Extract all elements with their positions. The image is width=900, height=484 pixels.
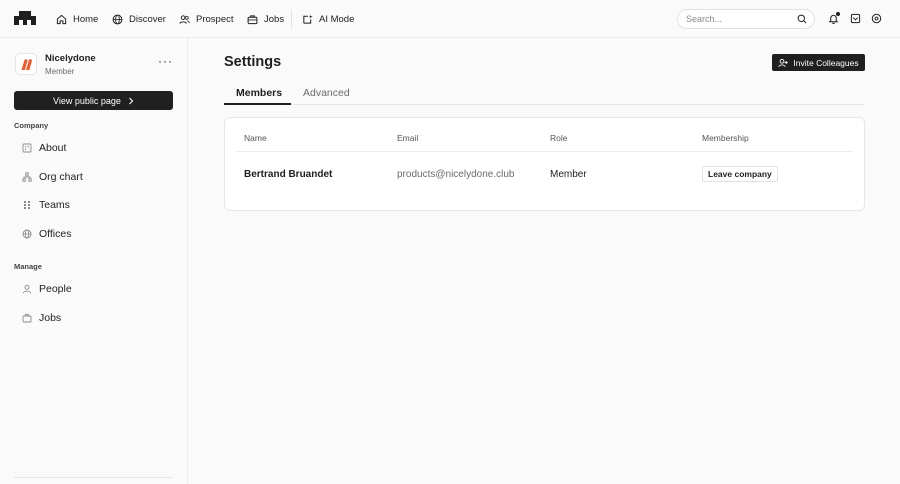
nav-divider — [291, 10, 292, 28]
sidebar-item-label: About — [39, 142, 67, 154]
app-logo-icon[interactable] — [14, 11, 36, 25]
sidebar-item-label: Teams — [39, 199, 70, 211]
inbox-icon[interactable] — [850, 13, 861, 24]
nav-discover-label: Discover — [129, 13, 166, 25]
sidebar-item-label: People — [39, 283, 72, 295]
settings-icon[interactable] — [871, 13, 882, 24]
teams-icon — [24, 201, 30, 209]
add-user-icon — [778, 58, 789, 67]
globe-icon — [22, 229, 32, 239]
members-table: Name Email Role Membership Bertrand Brua… — [224, 117, 865, 211]
nav-ai-mode[interactable]: AI Mode — [302, 12, 354, 26]
view-public-page-button[interactable]: View public page — [14, 91, 173, 110]
invite-colleagues-label: Invite Colleagues — [793, 57, 859, 68]
sidebar-item-teams[interactable]: Teams — [22, 197, 70, 213]
search-box[interactable] — [677, 9, 815, 29]
chevron-right-icon — [129, 97, 134, 104]
building-icon — [22, 143, 32, 153]
sidebar-item-people[interactable]: People — [22, 281, 72, 297]
org-role: Member — [45, 67, 75, 76]
column-header-name: Name — [244, 133, 267, 143]
top-navigation-bar: Home Discover Prospect Jobs AI Mode — [0, 0, 900, 38]
sidebar-divider — [14, 477, 173, 478]
org-name: Nicelydone — [45, 53, 96, 64]
users-icon — [179, 14, 190, 24]
section-label-manage: Manage — [14, 262, 42, 271]
member-name: Bertrand Bruandet — [244, 169, 333, 180]
person-icon — [22, 284, 32, 294]
column-header-email: Email — [397, 133, 419, 143]
column-header-role: Role — [550, 133, 568, 143]
view-public-page-label: View public page — [53, 95, 121, 106]
search-input[interactable] — [686, 12, 796, 26]
sidebar-item-label: Offices — [39, 228, 72, 240]
sidebar-item-label: Jobs — [39, 312, 62, 324]
nav-prospect[interactable]: Prospect — [179, 12, 234, 26]
nav-prospect-label: Prospect — [196, 13, 234, 25]
sidebar-item-label: Org chart — [39, 171, 83, 183]
invite-colleagues-button[interactable]: Invite Colleagues — [772, 54, 865, 71]
settings-tabs: Members Advanced — [224, 82, 865, 105]
briefcase-icon — [247, 14, 258, 24]
tab-members[interactable]: Members — [236, 87, 282, 99]
briefcase-icon — [22, 314, 32, 323]
column-header-membership: Membership — [702, 133, 749, 143]
sidebar-item-org-chart[interactable]: Org chart — [22, 169, 83, 185]
page-title: Settings — [224, 54, 282, 70]
org-chart-icon — [22, 172, 32, 182]
nav-jobs[interactable]: Jobs — [247, 12, 284, 26]
section-label-company: Company — [14, 121, 49, 130]
org-logo — [15, 53, 37, 75]
sidebar-item-about[interactable]: About — [22, 140, 66, 156]
more-options-icon[interactable]: ··· — [158, 55, 173, 67]
nav-discover[interactable]: Discover — [112, 12, 166, 26]
sidebar-item-jobs[interactable]: Jobs — [22, 310, 61, 326]
nav-jobs-label: Jobs — [264, 13, 285, 25]
nicelydone-logo-icon — [21, 58, 32, 70]
sidebar: Nicelydone Member ··· View public page C… — [0, 38, 188, 484]
nav-home-label: Home — [73, 13, 99, 25]
notification-dot — [836, 12, 840, 16]
search-icon[interactable] — [797, 14, 807, 24]
member-email: products@nicelydone.club — [397, 169, 515, 180]
home-icon — [56, 14, 67, 24]
nav-home[interactable]: Home — [56, 12, 98, 26]
header-divider — [236, 151, 853, 152]
sidebar-item-offices[interactable]: Offices — [22, 226, 71, 242]
tab-advanced[interactable]: Advanced — [303, 87, 350, 99]
active-tab-indicator — [224, 103, 291, 105]
sparkle-icon — [303, 14, 313, 24]
leave-company-button[interactable]: Leave company — [702, 166, 778, 182]
globe-icon — [112, 14, 123, 24]
member-role: Member — [550, 169, 587, 180]
nav-ai-mode-label: AI Mode — [319, 13, 355, 25]
